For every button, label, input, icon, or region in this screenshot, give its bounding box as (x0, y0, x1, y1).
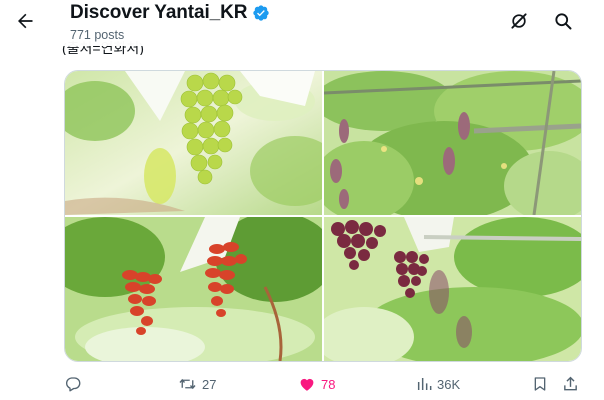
share-icon (564, 376, 577, 391)
back-button[interactable] (8, 4, 42, 38)
page-title: Discover Yantai_KR (70, 2, 248, 23)
search-button[interactable] (548, 6, 578, 36)
grok-icon (511, 13, 527, 29)
photo-grid (64, 70, 582, 362)
photo-vineyard[interactable] (324, 71, 581, 215)
reply-button[interactable] (64, 370, 87, 398)
repost-count: 27 (202, 376, 217, 392)
reply-icon (66, 377, 81, 392)
views-icon (417, 378, 432, 390)
header-title-block: Discover Yantai_KR 771 posts (70, 2, 270, 42)
post-count: 771 posts (70, 28, 125, 42)
share-button[interactable] (562, 370, 579, 398)
verified-badge-icon (252, 4, 270, 22)
photo-purple-grapes[interactable] (324, 217, 581, 361)
repost-button[interactable]: 27 (178, 370, 216, 398)
views-button[interactable]: 36K (416, 370, 460, 398)
bookmark-button[interactable] (532, 370, 548, 398)
like-count: 78 (321, 376, 336, 392)
post-actions-bar: 27 78 36K (0, 370, 604, 398)
arrow-left-icon (18, 13, 33, 29)
heart-icon (300, 378, 314, 391)
repost-icon (179, 378, 196, 390)
like-button[interactable]: 78 (298, 370, 335, 398)
grok-button[interactable] (504, 6, 534, 36)
photo-red-grapes[interactable] (65, 217, 322, 361)
profile-header: Discover Yantai_KR 771 posts (0, 0, 604, 46)
search-icon (555, 13, 572, 30)
views-count: 36K (437, 376, 461, 392)
photo-green-grapes[interactable] (65, 71, 322, 215)
bookmark-icon (534, 377, 546, 391)
